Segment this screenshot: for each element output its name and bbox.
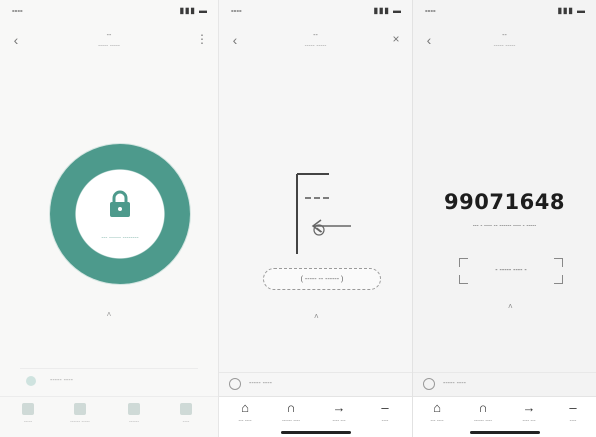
home-icon: ⌂ (433, 400, 441, 415)
magnet-icon: ∩ (286, 400, 296, 415)
favorite-label: ----- ---- (50, 377, 73, 384)
tab-bar: ⌂ --- ---- ∩ ------ ---- → ---- --- – --… (219, 396, 412, 437)
tab-bar: ⌂ --- ---- ∩ ------ ---- → ---- --- – --… (413, 396, 596, 437)
chevron-up-icon[interactable]: ˄ (314, 312, 319, 321)
home-icon: ⌂ (241, 400, 249, 415)
tab-3[interactable]: → ---- --- (509, 400, 549, 425)
corner-bracket (554, 258, 563, 267)
device-title: -- (502, 32, 507, 39)
close-icon[interactable]: × (388, 32, 404, 46)
lock-status-label: --- ------ -------- (101, 235, 139, 241)
signal-battery-icon: ▮▮▮ ▬ (373, 6, 402, 15)
tab-1-label: --- ---- (430, 418, 444, 424)
status-bar: ---- ▮▮▮ ▬ (413, 0, 596, 22)
tab-4[interactable]: – ---- (553, 400, 593, 425)
tab-3-label: ---- --- (522, 418, 536, 424)
unlock-screen: ---- ▮▮▮ ▬ ‹ -- ----- ----- × ( ----- --… (218, 0, 412, 437)
tab-4[interactable]: ---- (166, 403, 206, 425)
tab-2[interactable]: ------ ----- (60, 403, 100, 425)
favorite-label: ----- ---- (249, 380, 272, 387)
code-action-button[interactable]: - ----- ---- - (459, 258, 563, 284)
status-time: ---- (425, 6, 436, 15)
tab-2-label: ------ ---- (473, 418, 493, 424)
back-icon[interactable]: ‹ (227, 32, 243, 48)
favorite-row[interactable]: ----- ---- (20, 368, 198, 393)
back-icon[interactable]: ‹ (421, 32, 437, 48)
tab-3-icon (128, 403, 140, 415)
more-icon[interactable]: ⋮ (194, 32, 210, 46)
favorite-label: ----- ---- (443, 380, 466, 387)
nav-bar: ‹ -- ----- ----- (413, 22, 596, 62)
favorite-row[interactable]: ----- ---- (413, 372, 596, 395)
tab-3[interactable]: → ---- --- (319, 400, 359, 425)
code-description: --- - ---- -- ------ ---- - ----- (472, 223, 537, 229)
status-bar: ---- ▮▮▮ ▬ (219, 0, 412, 22)
code-action-label: - ----- ---- - (495, 267, 527, 274)
tab-2-label: ------ ---- (281, 418, 301, 424)
tab-2[interactable]: ∩ ------ ---- (463, 400, 503, 425)
favorite-row[interactable]: ----- ---- (219, 372, 412, 395)
tab-bar: ----- ------ ----- ------ ---- (0, 396, 218, 437)
chevron-up-icon[interactable]: ˄ (508, 302, 513, 311)
tab-1[interactable]: ----- (8, 403, 48, 425)
magnet-icon: ∩ (478, 400, 488, 415)
star-icon (423, 378, 435, 390)
tab-3-label: ------ (129, 419, 139, 425)
nav-title: -- ----- ----- (253, 30, 378, 52)
tab-1-label: ----- (23, 419, 33, 425)
tab-1-label: --- ---- (238, 418, 252, 424)
device-subtitle: ----- ----- (304, 43, 327, 49)
star-icon (26, 376, 36, 386)
tab-4-label: ---- (381, 418, 389, 424)
home-indicator (469, 431, 540, 434)
tab-3-label: ---- --- (332, 418, 346, 424)
tab-3[interactable]: ------ (114, 403, 154, 425)
chevron-up-icon[interactable]: ˄ (99, 310, 119, 319)
code-screen: ---- ▮▮▮ ▬ ‹ -- ----- ----- 99071648 ---… (412, 0, 596, 437)
tab-4-label: ---- (569, 418, 577, 424)
tab-4-label: ---- (182, 419, 190, 425)
dash-icon: – (569, 400, 577, 415)
tab-2-label: ------ ----- (70, 419, 90, 425)
dash-icon: – (381, 400, 389, 415)
back-icon[interactable]: ‹ (8, 32, 24, 48)
tab-4-icon (180, 403, 192, 415)
tab-4[interactable]: – ---- (365, 400, 405, 425)
slide-to-unlock-button[interactable]: ( ----- -- ------ ) (263, 268, 381, 290)
star-icon (229, 378, 241, 390)
device-title: -- (106, 32, 112, 39)
signal-battery-icon: ▮▮▮ ▬ (557, 6, 586, 15)
corner-bracket (459, 258, 468, 267)
unlock-code: 99071648 (444, 190, 565, 214)
tab-1[interactable]: ⌂ --- ---- (225, 400, 265, 425)
device-subtitle: ----- ----- (493, 43, 516, 49)
signal-battery-icon: ▮▮▮ ▬ (179, 6, 208, 15)
tab-1[interactable]: ⌂ --- ---- (417, 400, 457, 425)
device-title: -- (313, 32, 318, 39)
arrow-right-icon: → (332, 400, 346, 415)
status-bar: ---- ▮▮▮ ▬ (0, 0, 218, 22)
home-indicator (280, 431, 351, 434)
nav-title: -- ----- ----- (34, 30, 184, 52)
padlock-icon (110, 190, 130, 217)
nav-title: -- ----- ----- (447, 30, 562, 52)
lock-status-ring[interactable]: --- ------ -------- (50, 144, 190, 284)
lock-status-screen: ---- ▮▮▮ ▬ ‹ -- ----- ----- ⋮ --- ------… (0, 0, 218, 437)
door-unlock-illustration (296, 173, 351, 254)
nav-bar: ‹ -- ----- ----- × (219, 22, 412, 62)
arrow-right-icon: → (522, 400, 536, 415)
status-time: ---- (231, 6, 242, 15)
status-time: ---- (12, 6, 23, 15)
nav-bar: ‹ -- ----- ----- ⋮ (0, 22, 218, 62)
tab-1-icon (22, 403, 34, 415)
corner-bracket (554, 275, 563, 284)
corner-bracket (459, 275, 468, 284)
tab-2[interactable]: ∩ ------ ---- (271, 400, 311, 425)
device-subtitle: ----- ----- (98, 43, 120, 49)
tab-2-icon (74, 403, 86, 415)
